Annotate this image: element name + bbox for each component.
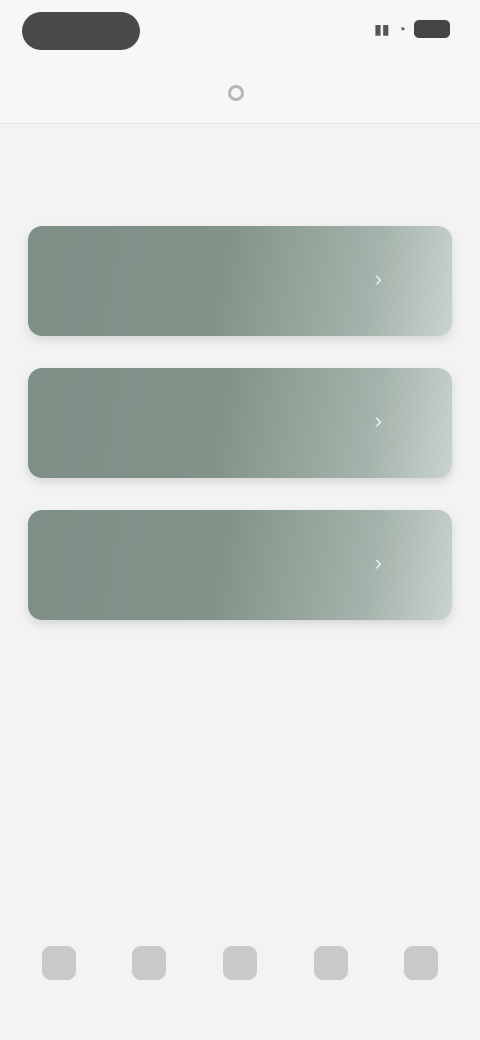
tab-book[interactable] [208,946,272,1000]
home-icon [41,946,76,980]
profile-icon [404,946,439,980]
section-label [36,156,444,200]
status-time-pill [22,12,140,50]
nav-title [228,84,252,101]
book-icon [222,946,257,980]
bottom-tab-bar [0,930,480,1040]
nav-bar [0,62,480,124]
battery-icon [414,20,450,38]
category-card-3[interactable]: › [28,510,452,620]
arrow-icon: › [374,408,382,433]
tab-home[interactable] [27,946,91,1000]
wifi-icon: ◔ [397,21,406,37]
signal-icon: ▮▮ [374,20,390,37]
tab-profile[interactable] [389,946,453,1000]
category-card-2[interactable]: › [28,368,452,478]
logo-icon [228,84,244,101]
tab-grid[interactable] [117,946,181,1000]
category-card-1[interactable]: › [28,226,452,336]
status-icons: ▮▮ ◔ [374,20,450,38]
chat-icon [313,946,348,980]
arrow-icon: › [374,266,382,291]
grid-icon [132,946,167,980]
arrow-icon: › [374,550,382,575]
tab-chat[interactable] [299,946,363,1000]
status-bar: ▮▮ ◔ [0,0,480,62]
